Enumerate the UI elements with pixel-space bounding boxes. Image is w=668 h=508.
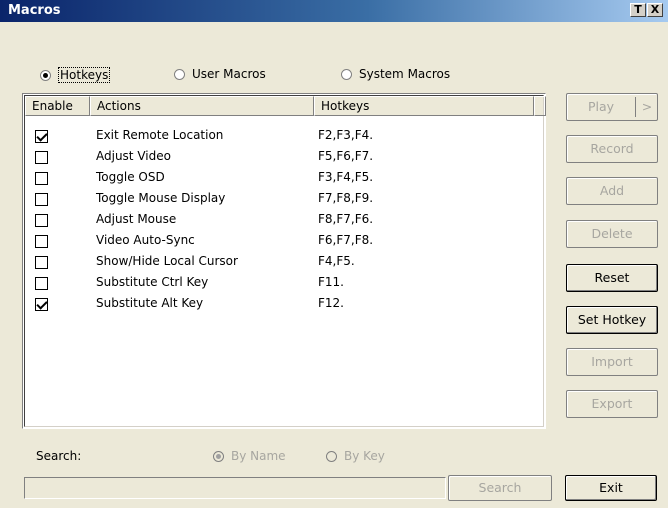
radio-hotkeys[interactable]: Hotkeys	[40, 67, 111, 83]
macros-list[interactable]: Enable Actions Hotkeys Exit Remote Locat…	[22, 93, 546, 429]
export-button[interactable]: Export	[566, 390, 658, 418]
enable-checkbox[interactable]	[35, 172, 48, 185]
table-row[interactable]: Exit Remote Location F2,F3,F4.	[25, 126, 543, 146]
row-action: Toggle Mouse Display	[96, 191, 226, 205]
window-title: Macros	[8, 3, 61, 18]
enable-checkbox[interactable]	[35, 130, 48, 143]
radio-by-key[interactable]: By Key	[326, 449, 385, 463]
radio-hotkeys-indicator[interactable]	[40, 69, 51, 81]
row-action: Toggle OSD	[96, 170, 165, 184]
radio-by-name-label: By Name	[231, 449, 286, 463]
play-options-arrow-icon[interactable]: >	[637, 94, 657, 120]
set-hotkey-button[interactable]: Set Hotkey	[566, 306, 658, 334]
row-hotkeys: F8,F7,F6.	[318, 212, 374, 226]
table-row[interactable]: Video Auto-Sync F6,F7,F8.	[25, 231, 543, 251]
radio-by-name-indicator[interactable]	[213, 450, 224, 462]
table-row[interactable]: Adjust Video F5,F6,F7.	[25, 147, 543, 167]
enable-checkbox[interactable]	[35, 298, 48, 311]
column-header-actions[interactable]: Actions	[90, 96, 314, 116]
radio-user-macros[interactable]: User Macros	[174, 67, 266, 81]
enable-checkbox[interactable]	[35, 151, 48, 164]
radio-system-macros-indicator[interactable]	[341, 68, 352, 80]
radio-system-macros[interactable]: System Macros	[341, 67, 450, 81]
table-row[interactable]: Toggle OSD F3,F4,F5.	[25, 168, 543, 188]
table-row[interactable]: Substitute Ctrl Key F11.	[25, 273, 543, 293]
row-hotkeys: F4,F5.	[318, 254, 355, 268]
radio-system-macros-label: System Macros	[359, 67, 451, 81]
row-hotkeys: F7,F8,F9.	[318, 191, 374, 205]
import-button[interactable]: Import	[566, 348, 658, 376]
play-button-label: Play	[587, 99, 615, 114]
row-action: Exit Remote Location	[96, 128, 224, 142]
radio-by-key-label: By Key	[344, 449, 385, 463]
table-row[interactable]: Substitute Alt Key F12.	[25, 294, 543, 314]
row-hotkeys: F11.	[318, 275, 344, 289]
row-hotkeys: F12.	[318, 296, 344, 310]
exit-button[interactable]: Exit	[565, 475, 657, 501]
search-label: Search:	[36, 449, 82, 463]
row-hotkeys: F6,F7,F8.	[318, 233, 374, 247]
search-input[interactable]	[24, 477, 446, 499]
row-action: Substitute Ctrl Key	[96, 275, 209, 289]
play-divider	[635, 97, 636, 117]
reset-button[interactable]: Reset	[566, 264, 658, 292]
row-action: Adjust Mouse	[96, 212, 177, 226]
row-action: Video Auto-Sync	[96, 233, 195, 247]
play-button[interactable]: Play >	[566, 93, 658, 121]
enable-checkbox[interactable]	[35, 214, 48, 227]
delete-button[interactable]: Delete	[566, 220, 658, 248]
row-hotkeys: F5,F6,F7.	[318, 149, 374, 163]
row-action: Adjust Video	[96, 149, 171, 163]
close-button[interactable]: X	[647, 3, 663, 17]
enable-checkbox[interactable]	[35, 277, 48, 290]
row-action: Substitute Alt Key	[96, 296, 204, 310]
add-button[interactable]: Add	[566, 177, 658, 205]
list-header: Enable Actions Hotkeys	[25, 96, 546, 116]
enable-checkbox[interactable]	[35, 193, 48, 206]
radio-user-macros-label: User Macros	[192, 67, 266, 81]
column-header-enable[interactable]: Enable	[25, 96, 90, 116]
row-hotkeys: F2,F3,F4.	[318, 128, 374, 142]
radio-user-macros-indicator[interactable]	[174, 68, 185, 80]
row-hotkeys: F3,F4,F5.	[318, 170, 374, 184]
radio-by-name[interactable]: By Name	[213, 449, 286, 463]
column-header-filler	[534, 96, 546, 116]
help-button[interactable]: T	[630, 3, 646, 17]
table-row[interactable]: Show/Hide Local Cursor F4,F5.	[25, 252, 543, 272]
row-action: Show/Hide Local Cursor	[96, 254, 238, 268]
table-row[interactable]: Adjust Mouse F8,F7,F6.	[25, 210, 543, 230]
column-header-hotkeys[interactable]: Hotkeys	[314, 96, 534, 116]
enable-checkbox[interactable]	[35, 235, 48, 248]
enable-checkbox[interactable]	[35, 256, 48, 269]
radio-by-key-indicator[interactable]	[326, 450, 337, 462]
record-button[interactable]: Record	[566, 135, 658, 163]
title-bar	[0, 0, 668, 22]
search-button[interactable]: Search	[448, 475, 552, 501]
table-row[interactable]: Toggle Mouse Display F7,F8,F9.	[25, 189, 543, 209]
radio-hotkeys-label: Hotkeys	[58, 67, 111, 83]
